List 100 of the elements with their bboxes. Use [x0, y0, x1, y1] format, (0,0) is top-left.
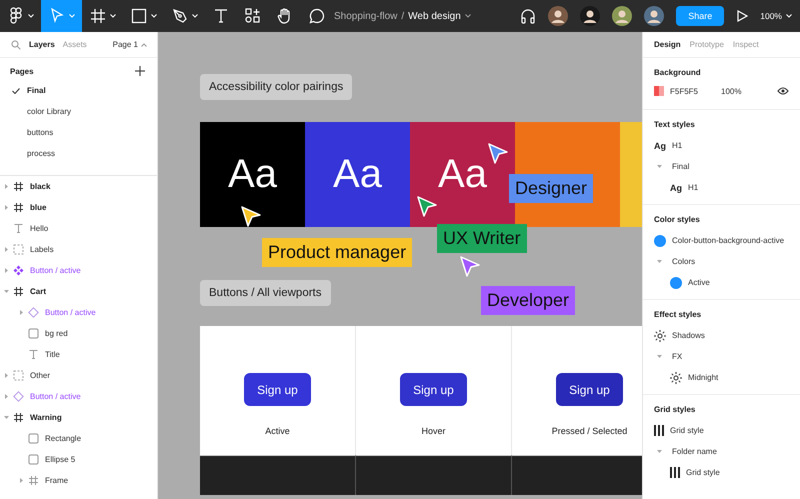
text-icon: [28, 349, 39, 360]
avatar[interactable]: [580, 6, 600, 26]
panel-tab[interactable]: Layers: [29, 40, 55, 49]
sun-icon: [654, 330, 666, 342]
hash-icon: [28, 475, 39, 486]
page-item[interactable]: buttons: [0, 122, 157, 143]
file-name[interactable]: Web design: [408, 10, 461, 22]
style-item[interactable]: Colors: [654, 251, 789, 272]
layer-row[interactable]: Button / active: [0, 260, 157, 281]
hash-icon: [89, 7, 107, 25]
sample-text: Aa: [333, 152, 382, 197]
diamond-icon: [28, 307, 39, 318]
style-item[interactable]: Folder name: [654, 441, 789, 462]
fill-swatch-icon[interactable]: [654, 86, 664, 96]
sun-icon: [670, 372, 682, 384]
headphones-icon[interactable]: [520, 8, 536, 24]
square-icon: [28, 328, 39, 339]
layer-row[interactable]: Title: [0, 344, 157, 365]
eye-icon[interactable]: [777, 87, 789, 95]
style-item[interactable]: FX: [654, 346, 789, 367]
layer-row[interactable]: Warning: [0, 407, 157, 428]
square-icon: [130, 7, 148, 25]
check-icon: [12, 88, 20, 94]
style-item[interactable]: Shadows: [654, 325, 789, 346]
layer-row[interactable]: Rectangle: [0, 428, 157, 449]
cursor-icon: [48, 7, 66, 25]
plus-icon[interactable]: [135, 66, 145, 76]
zoom-dropdown[interactable]: 100%: [760, 11, 792, 21]
type-sample: Ag: [670, 182, 682, 192]
layer-row[interactable]: Cart: [0, 281, 157, 302]
layer-row[interactable]: Button / active: [0, 386, 157, 407]
opacity-value[interactable]: 100%: [721, 86, 742, 96]
layer-row[interactable]: Labels: [0, 239, 157, 260]
frame-label: Accessibility color pairings: [200, 74, 352, 100]
style-item[interactable]: Midnight: [654, 367, 789, 388]
disclosure-icon: [657, 354, 662, 359]
section-title: Text styles: [654, 120, 696, 129]
grid-columns-icon: [654, 425, 664, 436]
cursor-name-tag: Product manager: [262, 238, 412, 267]
cursor-name-tag: Developer: [481, 286, 576, 315]
layer-row[interactable]: bg red: [0, 323, 157, 344]
cursor-name-tag: Designer: [509, 174, 594, 203]
dashed-square-icon: [13, 370, 24, 381]
style-item[interactable]: Active: [654, 272, 789, 293]
text-icon: [13, 223, 24, 234]
page-item[interactable]: process: [0, 143, 157, 164]
disclosure-icon: [657, 449, 662, 454]
disclosure-icon: [657, 164, 662, 169]
sign-up-button[interactable]: Sign up: [556, 373, 623, 406]
layer-row[interactable]: Button / active: [0, 302, 157, 323]
pen-icon: [171, 7, 189, 25]
page-dropdown[interactable]: Page 1: [112, 40, 147, 49]
hash-icon: [13, 412, 24, 423]
caret-icon[interactable]: [464, 14, 471, 18]
hash-icon: [13, 181, 24, 192]
layer-row[interactable]: Other: [0, 365, 157, 386]
section-title: Grid styles: [654, 405, 696, 414]
text-icon: [212, 7, 230, 25]
section-title: Background: [654, 68, 702, 77]
dashed-square-icon: [13, 244, 24, 255]
sign-up-button[interactable]: Sign up: [400, 373, 467, 406]
section-title: Effect styles: [654, 310, 702, 319]
layer-row[interactable]: blue: [0, 197, 157, 218]
play-icon[interactable]: [736, 10, 748, 22]
caret-icon: [141, 42, 147, 46]
state-label: Hover: [421, 426, 446, 436]
frame-label: Buttons / All viewports: [200, 280, 330, 306]
sample-text: Aa: [228, 152, 277, 197]
style-item[interactable]: Final: [654, 156, 789, 177]
avatar[interactable]: [644, 6, 664, 26]
disclosure-icon: [657, 259, 662, 264]
layer-row[interactable]: black: [0, 176, 157, 197]
page-item[interactable]: Final: [0, 80, 157, 101]
cursor-name-tag: UX Writer: [437, 224, 527, 253]
square-icon: [28, 433, 39, 444]
layer-row[interactable]: Frame: [0, 470, 157, 491]
hash-icon: [13, 286, 24, 297]
hex-value[interactable]: F5F5F5: [670, 86, 698, 96]
style-item[interactable]: Grid style: [654, 462, 789, 483]
project-name[interactable]: Shopping-flow: [334, 10, 398, 22]
hash-icon: [13, 202, 24, 213]
avatar[interactable]: [612, 6, 632, 26]
style-item[interactable]: Color-button-background-active: [654, 230, 789, 251]
search-icon[interactable]: [11, 40, 21, 50]
page-item[interactable]: color Library: [0, 101, 157, 122]
layer-row[interactable]: Ellipse 5: [0, 449, 157, 470]
sign-up-button[interactable]: Sign up: [244, 373, 311, 406]
square-icon: [28, 454, 39, 465]
avatar[interactable]: [548, 6, 568, 26]
style-item[interactable]: Grid style: [654, 420, 789, 441]
panel-tab[interactable]: Design: [654, 40, 681, 49]
state-label: Pressed / Selected: [552, 426, 628, 436]
type-sample: Ag: [654, 140, 666, 150]
layer-row[interactable]: Hello: [0, 218, 157, 239]
component-icon: [13, 265, 24, 276]
style-item[interactable]: Ag H1: [654, 177, 789, 198]
style-item[interactable]: Ag H1: [654, 135, 789, 156]
state-label: Active: [265, 426, 290, 436]
section-title: Pages: [10, 66, 34, 76]
section-title: Color styles: [654, 215, 701, 224]
